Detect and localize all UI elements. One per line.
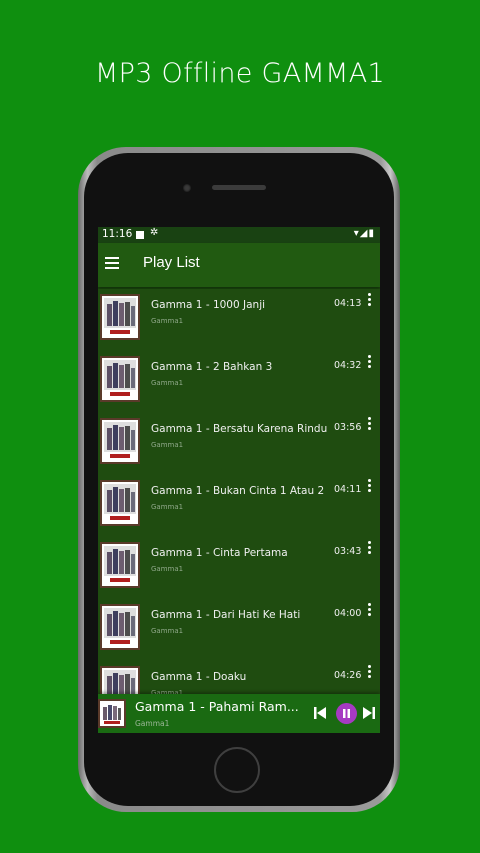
song-row[interactable]: Gamma 1 - Cinta Pertama Gamma1 03:43: [98, 537, 380, 600]
earpiece-speaker: [212, 185, 266, 190]
now-playing-album-art: [98, 699, 126, 728]
song-duration: 03:56: [334, 422, 362, 433]
pause-button[interactable]: [336, 703, 357, 724]
app-bar: Play List: [98, 243, 380, 287]
song-artist: Gamma1: [151, 317, 184, 325]
status-bar: 11:16 ✲ ▾◢▮: [98, 227, 380, 243]
song-title: Gamma 1 - Bukan Cinta 1 Atau 2: [151, 485, 325, 497]
song-row[interactable]: Gamma 1 - Dari Hati Ke Hati Gamma1 04:00: [98, 599, 380, 662]
album-art: [100, 418, 140, 464]
album-art: [100, 294, 140, 340]
album-art: [100, 356, 140, 402]
more-options-icon[interactable]: [368, 665, 372, 679]
song-artist: Gamma1: [151, 441, 184, 449]
song-artist: Gamma1: [151, 627, 184, 635]
front-camera: [183, 184, 191, 192]
app-screen: 11:16 ✲ ▾◢▮ Play List Gamma 1 - 1000 Jan…: [98, 227, 380, 733]
song-title: Gamma 1 - Dari Hati Ke Hati: [151, 609, 301, 621]
now-playing-artist: Gamma1: [135, 719, 170, 728]
song-row[interactable]: Gamma 1 - 2 Bahkan 3 Gamma1 04:32: [98, 351, 380, 414]
song-title: Gamma 1 - Bersatu Karena Rindu: [151, 423, 328, 435]
signal-battery-icons: ▾◢▮: [353, 228, 375, 239]
more-options-icon[interactable]: [368, 541, 372, 555]
song-duration: 04:00: [334, 608, 362, 619]
promo-title: MP3 Offline GAMMA1: [95, 58, 385, 89]
more-options-icon[interactable]: [368, 603, 372, 617]
song-artist: Gamma1: [151, 565, 184, 573]
song-title: Gamma 1 - 1000 Janji: [151, 299, 266, 311]
now-playing-bar[interactable]: Gamma 1 - Pahami Ram... Gamma1: [98, 694, 380, 733]
album-art: [100, 542, 140, 588]
song-row[interactable]: Gamma 1 - 1000 Janji Gamma1 04:13: [98, 289, 380, 352]
song-duration: 04:13: [334, 298, 362, 309]
song-title: Gamma 1 - Doaku: [151, 671, 247, 683]
more-options-icon[interactable]: [368, 479, 372, 493]
previous-icon[interactable]: [314, 707, 326, 719]
song-row[interactable]: Gamma 1 - Bukan Cinta 1 Atau 2 Gamma1 04:1…: [98, 475, 380, 538]
more-options-icon[interactable]: [368, 355, 372, 369]
song-duration: 03:43: [334, 546, 362, 557]
song-duration: 04:26: [334, 670, 362, 681]
song-row[interactable]: Gamma 1 - Bersatu Karena Rindu Gamma1 03:5…: [98, 413, 380, 476]
song-artist: Gamma1: [151, 379, 184, 387]
hamburger-icon[interactable]: [105, 257, 119, 271]
song-artist: Gamma1: [151, 503, 184, 511]
song-duration: 04:11: [334, 484, 362, 495]
notification-icon: [136, 231, 144, 239]
settings-status-icon: ✲: [150, 227, 159, 238]
status-time: 11:16: [102, 228, 133, 240]
song-title: Gamma 1 - 2 Bahkan 3: [151, 361, 273, 373]
song-title: Gamma 1 - Cinta Pertama: [151, 547, 288, 559]
album-art: [100, 604, 140, 650]
more-options-icon[interactable]: [368, 293, 372, 307]
next-icon[interactable]: [363, 707, 375, 719]
page-title: Play List: [143, 254, 200, 271]
home-button[interactable]: [214, 747, 260, 793]
album-art: [100, 480, 140, 526]
more-options-icon[interactable]: [368, 417, 372, 431]
song-duration: 04:32: [334, 360, 362, 371]
now-playing-title: Gamma 1 - Pahami Ram...: [135, 699, 299, 714]
pause-icon: [343, 709, 350, 718]
